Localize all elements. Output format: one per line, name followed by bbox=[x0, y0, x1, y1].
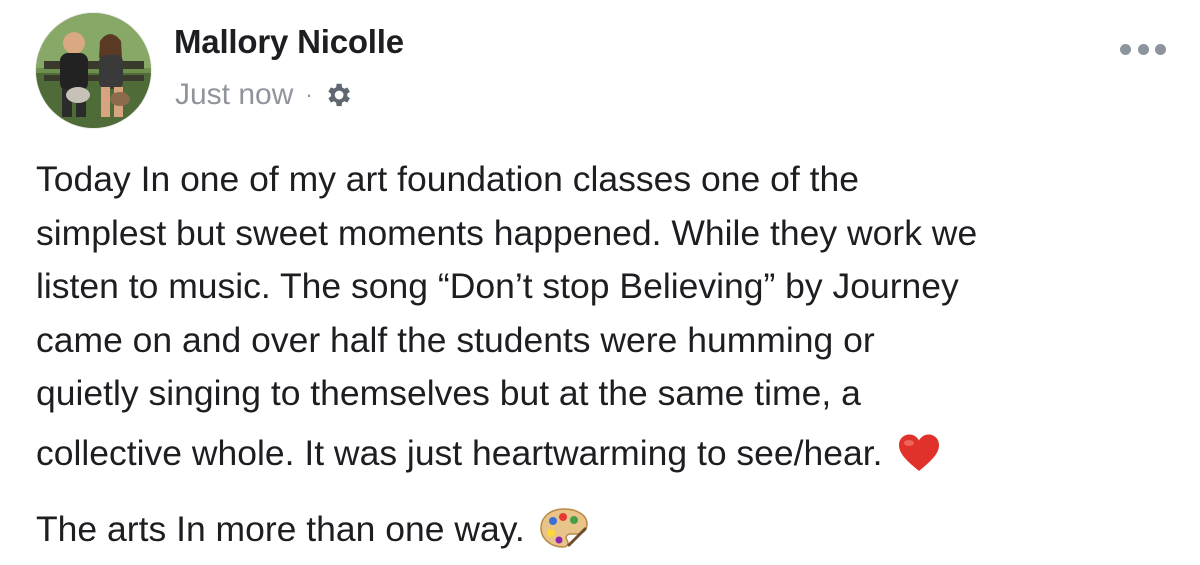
post-text-line: collective whole. It was just heartwarmi… bbox=[36, 432, 883, 473]
post-text-line: listen to music. The song “Don’t stop Be… bbox=[36, 266, 959, 306]
author-name[interactable]: Mallory Nicolle bbox=[174, 23, 404, 61]
post-text-line-with-emoji: collective whole. It was just heartwarmi… bbox=[36, 427, 1176, 489]
more-dot bbox=[1155, 43, 1166, 55]
more-options-icon[interactable] bbox=[1120, 38, 1166, 60]
more-dot bbox=[1120, 43, 1131, 55]
post-body: Today In one of my art foundation classe… bbox=[36, 153, 1176, 565]
post-meta: Just now · bbox=[175, 78, 353, 112]
post-text-line: quietly singing to themselves but at the… bbox=[36, 373, 861, 413]
more-dot bbox=[1137, 43, 1149, 55]
meta-separator: · bbox=[305, 82, 313, 107]
post-text-line: simplest but sweet moments happened. Whi… bbox=[36, 212, 978, 253]
post-text-line-with-emoji: The arts In more than one way. bbox=[36, 503, 1176, 565]
timestamp[interactable]: Just now bbox=[175, 78, 293, 112]
red-heart-emoji bbox=[897, 433, 941, 489]
artist-palette-emoji bbox=[539, 507, 589, 565]
gear-icon[interactable] bbox=[323, 80, 353, 110]
post-text-line: The arts In more than one way. bbox=[36, 509, 525, 549]
post-text-line: came on and over half the students were … bbox=[36, 319, 875, 360]
post-text-line: Today In one of my art foundation classe… bbox=[36, 159, 859, 199]
avatar[interactable] bbox=[36, 13, 151, 128]
facebook-post: Mallory Nicolle Just now · Today In one … bbox=[0, 0, 1200, 564]
